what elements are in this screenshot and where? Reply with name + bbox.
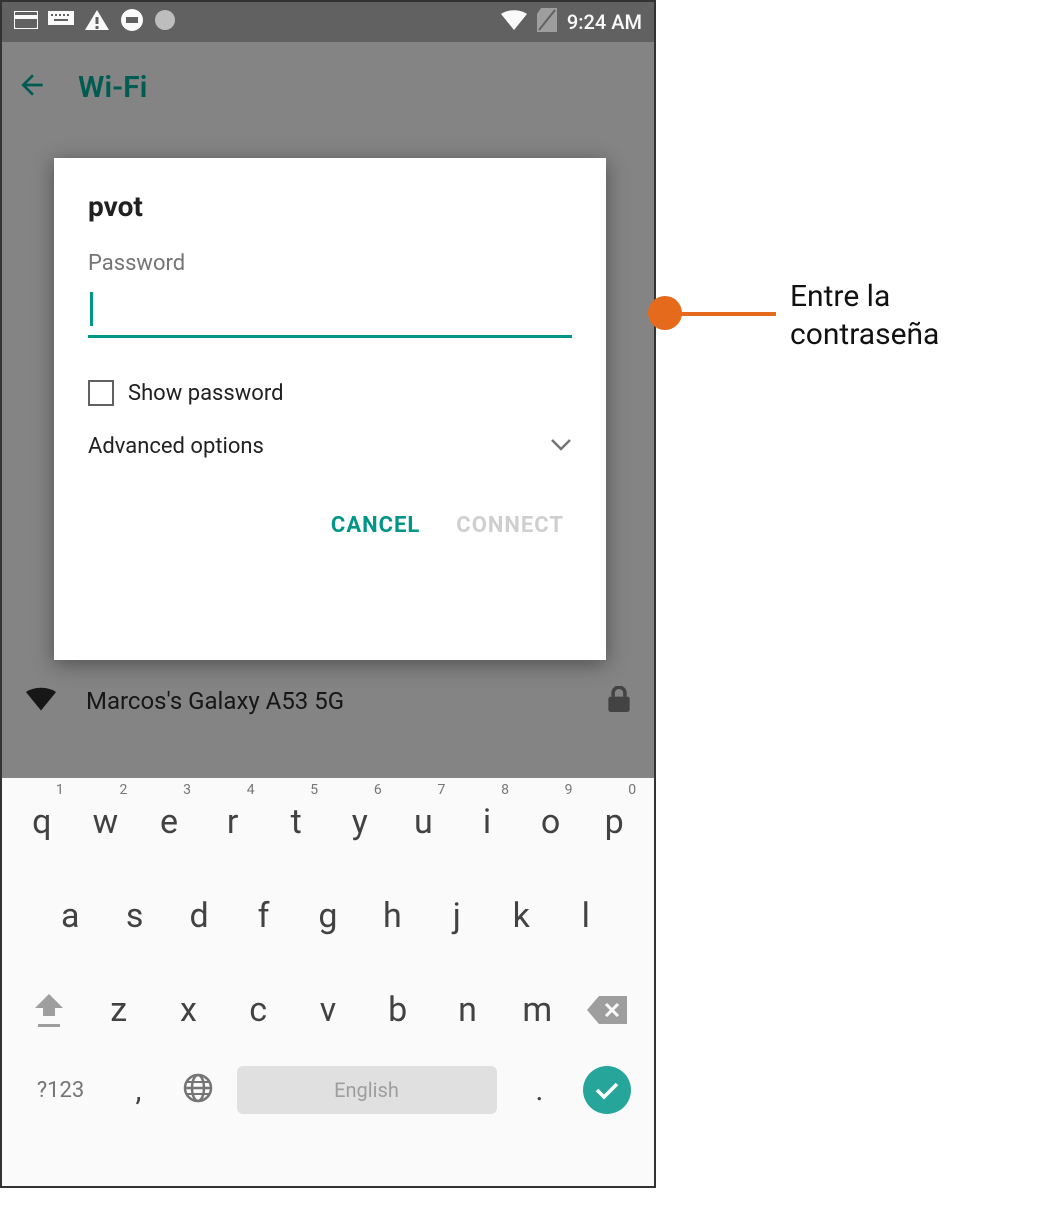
show-password-label: Show password: [128, 381, 283, 406]
text-cursor: [90, 292, 93, 326]
symbols-key[interactable]: ?123: [26, 1078, 96, 1103]
key-r[interactable]: 4r: [203, 786, 263, 858]
circle-status-icon: [154, 9, 176, 35]
key-e[interactable]: 3e: [139, 786, 199, 858]
connect-button[interactable]: CONNECT: [456, 513, 564, 538]
period-key[interactable]: .: [520, 1073, 560, 1108]
annotation-label: Entre la contraseña: [790, 278, 939, 353]
key-b[interactable]: b: [368, 974, 428, 1046]
key-p[interactable]: 0p: [584, 786, 644, 858]
key-c[interactable]: c: [228, 974, 288, 1046]
keyboard-status-icon: [48, 11, 74, 33]
wifi-status-icon: [501, 10, 527, 34]
warning-icon: [84, 8, 110, 36]
password-input[interactable]: [88, 290, 572, 338]
key-t[interactable]: 5t: [266, 786, 326, 858]
globe-key[interactable]: [182, 1072, 214, 1108]
chevron-down-icon: [550, 437, 572, 456]
spacebar-key[interactable]: English: [237, 1066, 497, 1114]
key-o[interactable]: 9o: [521, 786, 581, 858]
key-l[interactable]: l: [556, 880, 616, 952]
key-w[interactable]: 2w: [75, 786, 135, 858]
key-g[interactable]: g: [298, 880, 358, 952]
show-password-row[interactable]: Show password: [88, 380, 572, 406]
clock: 9:24 AM: [567, 10, 642, 34]
key-z[interactable]: z: [89, 974, 149, 1046]
shift-key[interactable]: [19, 994, 79, 1027]
key-h[interactable]: h: [362, 880, 422, 952]
key-n[interactable]: n: [437, 974, 497, 1046]
key-a[interactable]: a: [40, 880, 100, 952]
soft-keyboard: 1q2w3e4r5t6y7u8i9o0p asdfghjkl zxcvbnm ?…: [2, 778, 654, 1186]
key-f[interactable]: f: [234, 880, 294, 952]
key-v[interactable]: v: [298, 974, 358, 1046]
cancel-button[interactable]: CANCEL: [331, 513, 420, 538]
enter-key[interactable]: [583, 1066, 631, 1114]
key-y[interactable]: 6y: [330, 786, 390, 858]
key-u[interactable]: 7u: [393, 786, 453, 858]
card-icon: [14, 11, 38, 33]
wifi-password-dialog: pvot Password Show password Advanced opt…: [54, 158, 606, 660]
show-password-checkbox[interactable]: [88, 380, 114, 406]
annotation-connector: [668, 312, 776, 316]
key-q[interactable]: 1q: [12, 786, 72, 858]
status-bar: 9:24 AM: [2, 2, 654, 42]
advanced-options-label: Advanced options: [88, 434, 264, 459]
backspace-key[interactable]: [577, 996, 637, 1024]
key-i[interactable]: 8i: [457, 786, 517, 858]
key-k[interactable]: k: [491, 880, 551, 952]
comma-key[interactable]: ,: [119, 1073, 159, 1108]
key-j[interactable]: j: [427, 880, 487, 952]
advanced-options-row[interactable]: Advanced options: [88, 434, 572, 459]
dialog-network-name: pvot: [88, 190, 572, 223]
key-m[interactable]: m: [507, 974, 567, 1046]
key-x[interactable]: x: [158, 974, 218, 1046]
password-label: Password: [88, 251, 572, 276]
phone-frame: 9:24 AM Wi-Fi Marcos's Galaxy A53 5G pvo…: [0, 0, 656, 1188]
no-sim-icon: [537, 8, 557, 36]
app-status-icon: [120, 8, 144, 36]
key-d[interactable]: d: [169, 880, 229, 952]
key-s[interactable]: s: [105, 880, 165, 952]
